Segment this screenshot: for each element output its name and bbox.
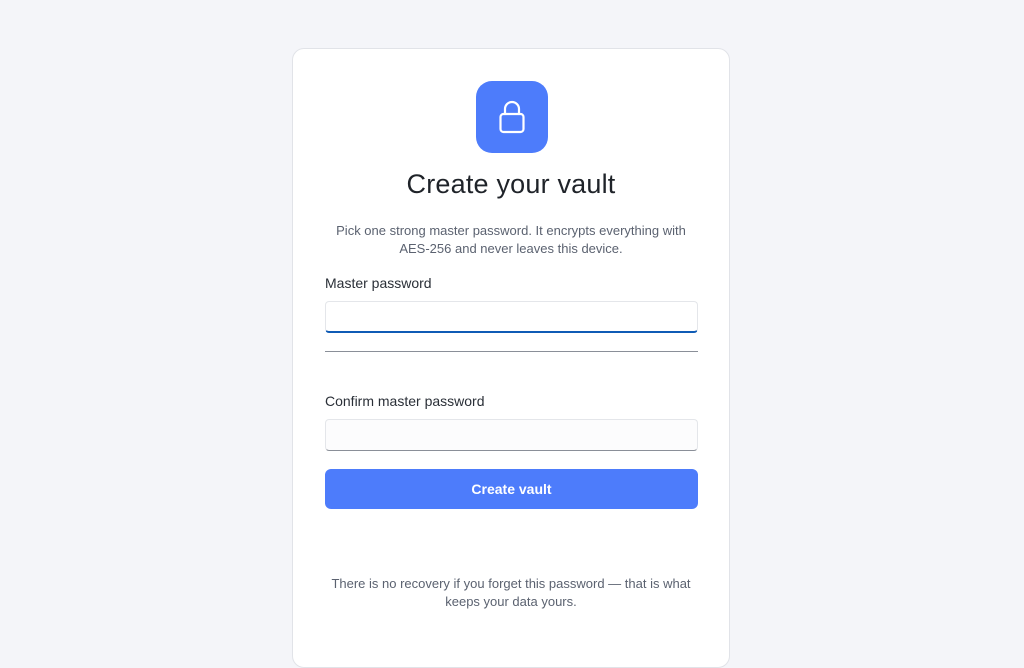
master-password-input[interactable] (325, 301, 698, 333)
recovery-warning: There is no recovery if you forget this … (331, 576, 691, 609)
vault-setup-card: Create your vault Pick one strong master… (292, 48, 730, 668)
create-vault-button[interactable]: Create vault (325, 469, 698, 509)
lock-icon (499, 100, 525, 134)
master-password-label: Master password (325, 275, 432, 291)
page-title: Create your vault (406, 169, 616, 199)
confirm-password-label: Confirm master password (325, 393, 485, 409)
lock-icon-tile (476, 81, 548, 153)
page-subtitle: Pick one strong master password. It encr… (336, 223, 686, 256)
field-divider (325, 351, 698, 352)
confirm-password-input[interactable] (325, 419, 698, 451)
